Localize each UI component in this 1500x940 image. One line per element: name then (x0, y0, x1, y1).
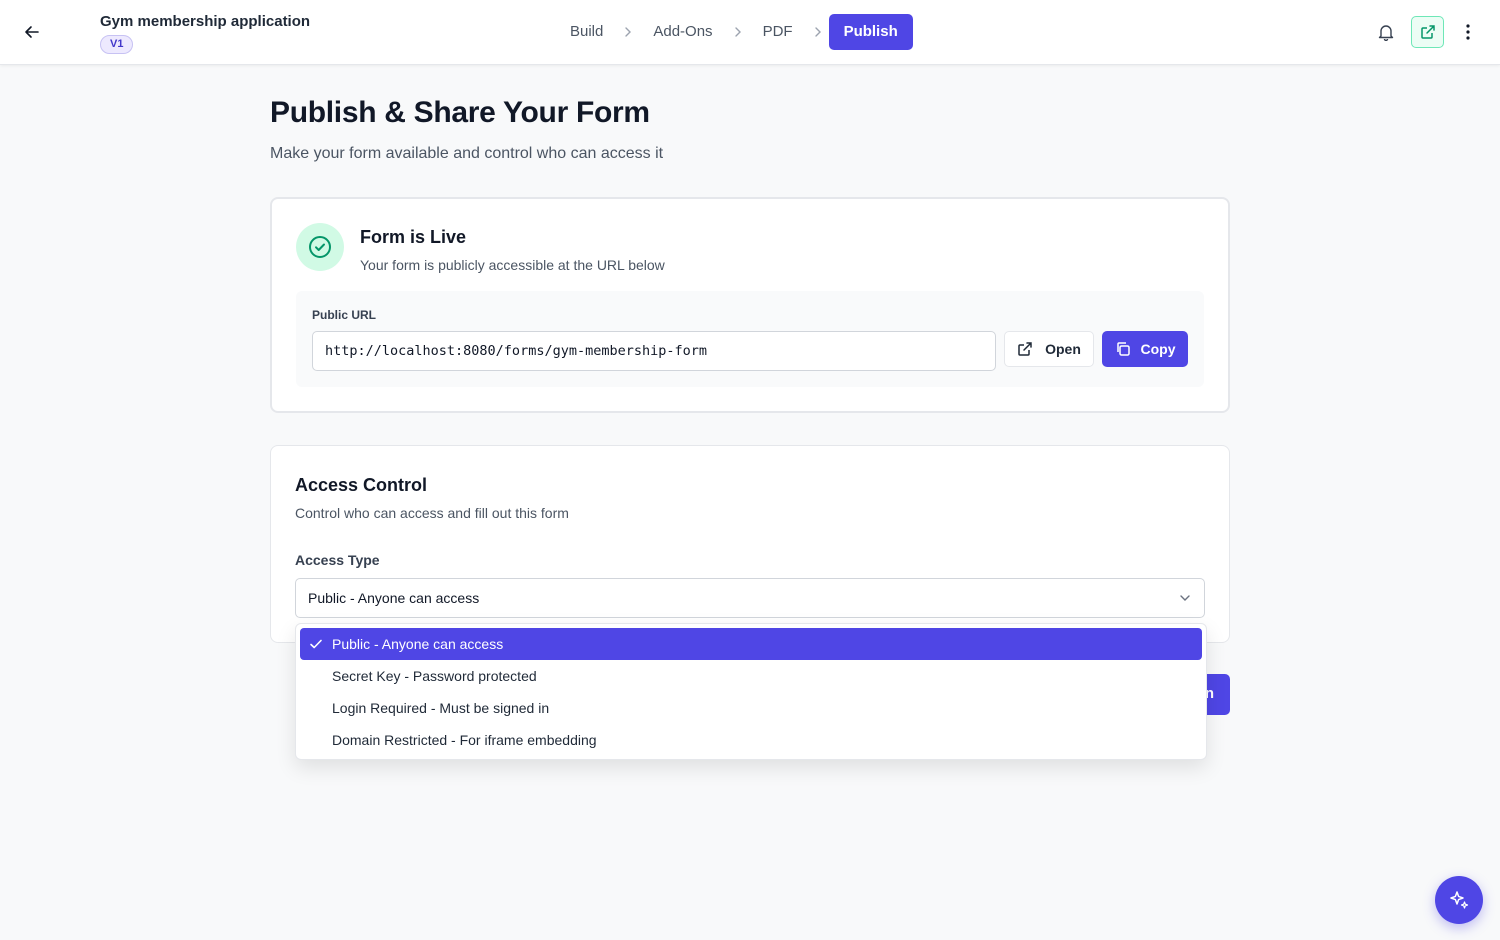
ai-sparkle-button[interactable] (1435, 876, 1483, 924)
access-type-label: Access Type (295, 552, 380, 568)
external-link-icon (1018, 342, 1032, 356)
bell-icon[interactable] (1374, 20, 1398, 44)
copy-button[interactable]: Copy (1102, 331, 1188, 367)
option-label: Login Required - Must be signed in (332, 700, 550, 716)
option-domain-restricted[interactable]: Domain Restricted - For iframe embedding (300, 724, 1202, 756)
top-bar: Gym membership application V1 Build Add-… (0, 0, 1500, 65)
access-control-subtitle: Control who can access and fill out this… (295, 505, 569, 521)
access-type-selected-value: Public - Anyone can access (308, 590, 480, 606)
access-type-select[interactable]: Public - Anyone can access (295, 578, 1205, 618)
copy-button-label: Copy (1140, 341, 1176, 357)
option-label: Public - Anyone can access (332, 636, 504, 652)
access-control-title: Access Control (295, 475, 428, 495)
step-pdf[interactable]: PDF (749, 14, 807, 50)
check-icon (310, 639, 322, 649)
form-live-card: Form is Live Your form is publicly acces… (270, 197, 1230, 413)
option-label: Domain Restricted - For iframe embedding (332, 732, 597, 748)
live-status-subtitle: Your form is publicly accessible at the … (360, 257, 665, 273)
external-link-icon[interactable] (1411, 16, 1444, 48)
more-options-icon[interactable] (1458, 20, 1478, 44)
back-arrow-icon[interactable] (20, 20, 44, 44)
access-control-card: Access Control Control who can access an… (270, 445, 1230, 643)
step-build[interactable]: Build (556, 14, 617, 50)
copy-icon (1116, 342, 1130, 356)
chevron-right-icon (623, 14, 633, 50)
form-title: Gym membership application (100, 13, 311, 30)
chevron-down-icon (1180, 595, 1190, 601)
option-public[interactable]: Public - Anyone can access (300, 628, 1202, 660)
step-add-ons[interactable]: Add-Ons (639, 14, 726, 50)
chevron-right-icon (813, 14, 823, 50)
option-login-required[interactable]: Login Required - Must be signed in (300, 692, 1202, 724)
access-type-dropdown: Public - Anyone can access Secret Key - … (295, 623, 1207, 760)
public-url-label: Public URL (312, 308, 377, 322)
open-button-label: Open (1045, 341, 1081, 357)
open-button[interactable]: Open (1004, 331, 1094, 367)
public-url-panel: Public URL http://localhost:8080/forms/g… (296, 291, 1204, 387)
public-url-field[interactable]: http://localhost:8080/forms/gym-membersh… (312, 331, 996, 371)
chevron-right-icon (733, 14, 743, 50)
check-circle-icon (296, 223, 344, 271)
live-status-title: Form is Live (360, 227, 467, 247)
page-subtitle: Make your form available and control who… (270, 145, 664, 162)
option-secret-key[interactable]: Secret Key - Password protected (300, 660, 1202, 692)
sparkle-icon (1450, 891, 1469, 909)
version-badge: V1 (100, 35, 134, 54)
step-navigation: Build Add-Ons PDF Publish (556, 14, 913, 50)
option-label: Secret Key - Password protected (332, 668, 537, 684)
step-publish[interactable]: Publish (828, 14, 913, 50)
page-title: Publish & Share Your Form (270, 96, 650, 129)
